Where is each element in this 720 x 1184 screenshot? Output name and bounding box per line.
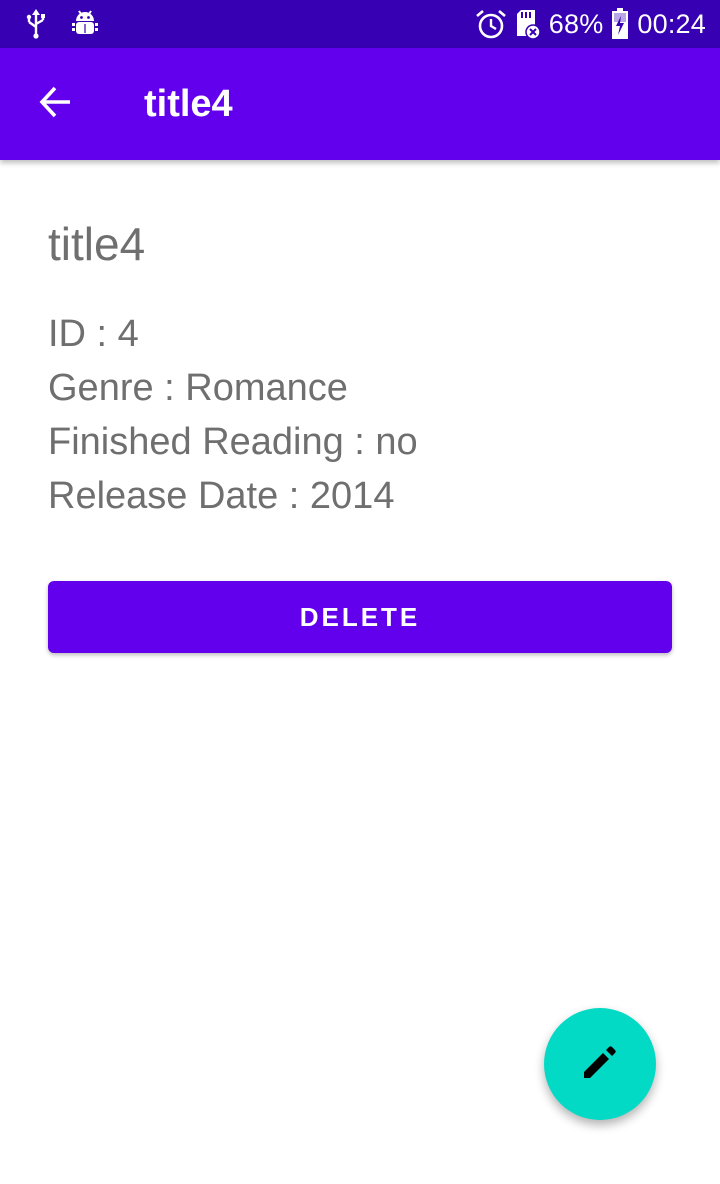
- alarm-icon: [475, 8, 507, 40]
- sd-card-icon: [515, 8, 541, 40]
- delete-button[interactable]: DELETE: [48, 581, 672, 653]
- usb-icon: [24, 9, 48, 39]
- status-bar-right-icons: 68% 00:24: [475, 6, 706, 42]
- book-release-date: Release Date : 2014: [48, 475, 395, 517]
- clock: 00:24: [637, 8, 706, 39]
- android-debug-icon: [72, 10, 98, 38]
- app-bar: title4: [0, 48, 720, 160]
- book-id: ID : 4: [48, 313, 139, 355]
- book-finished-reading: Finished Reading : no: [48, 421, 418, 463]
- battery-percent: 68%: [548, 8, 604, 39]
- back-button[interactable]: [30, 78, 82, 130]
- arrow-back-icon: [38, 84, 74, 125]
- edit-pencil-icon: [580, 1042, 620, 1087]
- app-bar-title: title4: [144, 83, 233, 125]
- edit-fab-button[interactable]: [544, 1008, 656, 1120]
- status-bar: 68% 00:24: [0, 0, 720, 48]
- book-title: title4: [48, 218, 146, 270]
- status-bar-left-icons: [24, 8, 98, 40]
- battery-charging-icon: [611, 8, 629, 40]
- book-genre: Genre : Romance: [48, 367, 348, 409]
